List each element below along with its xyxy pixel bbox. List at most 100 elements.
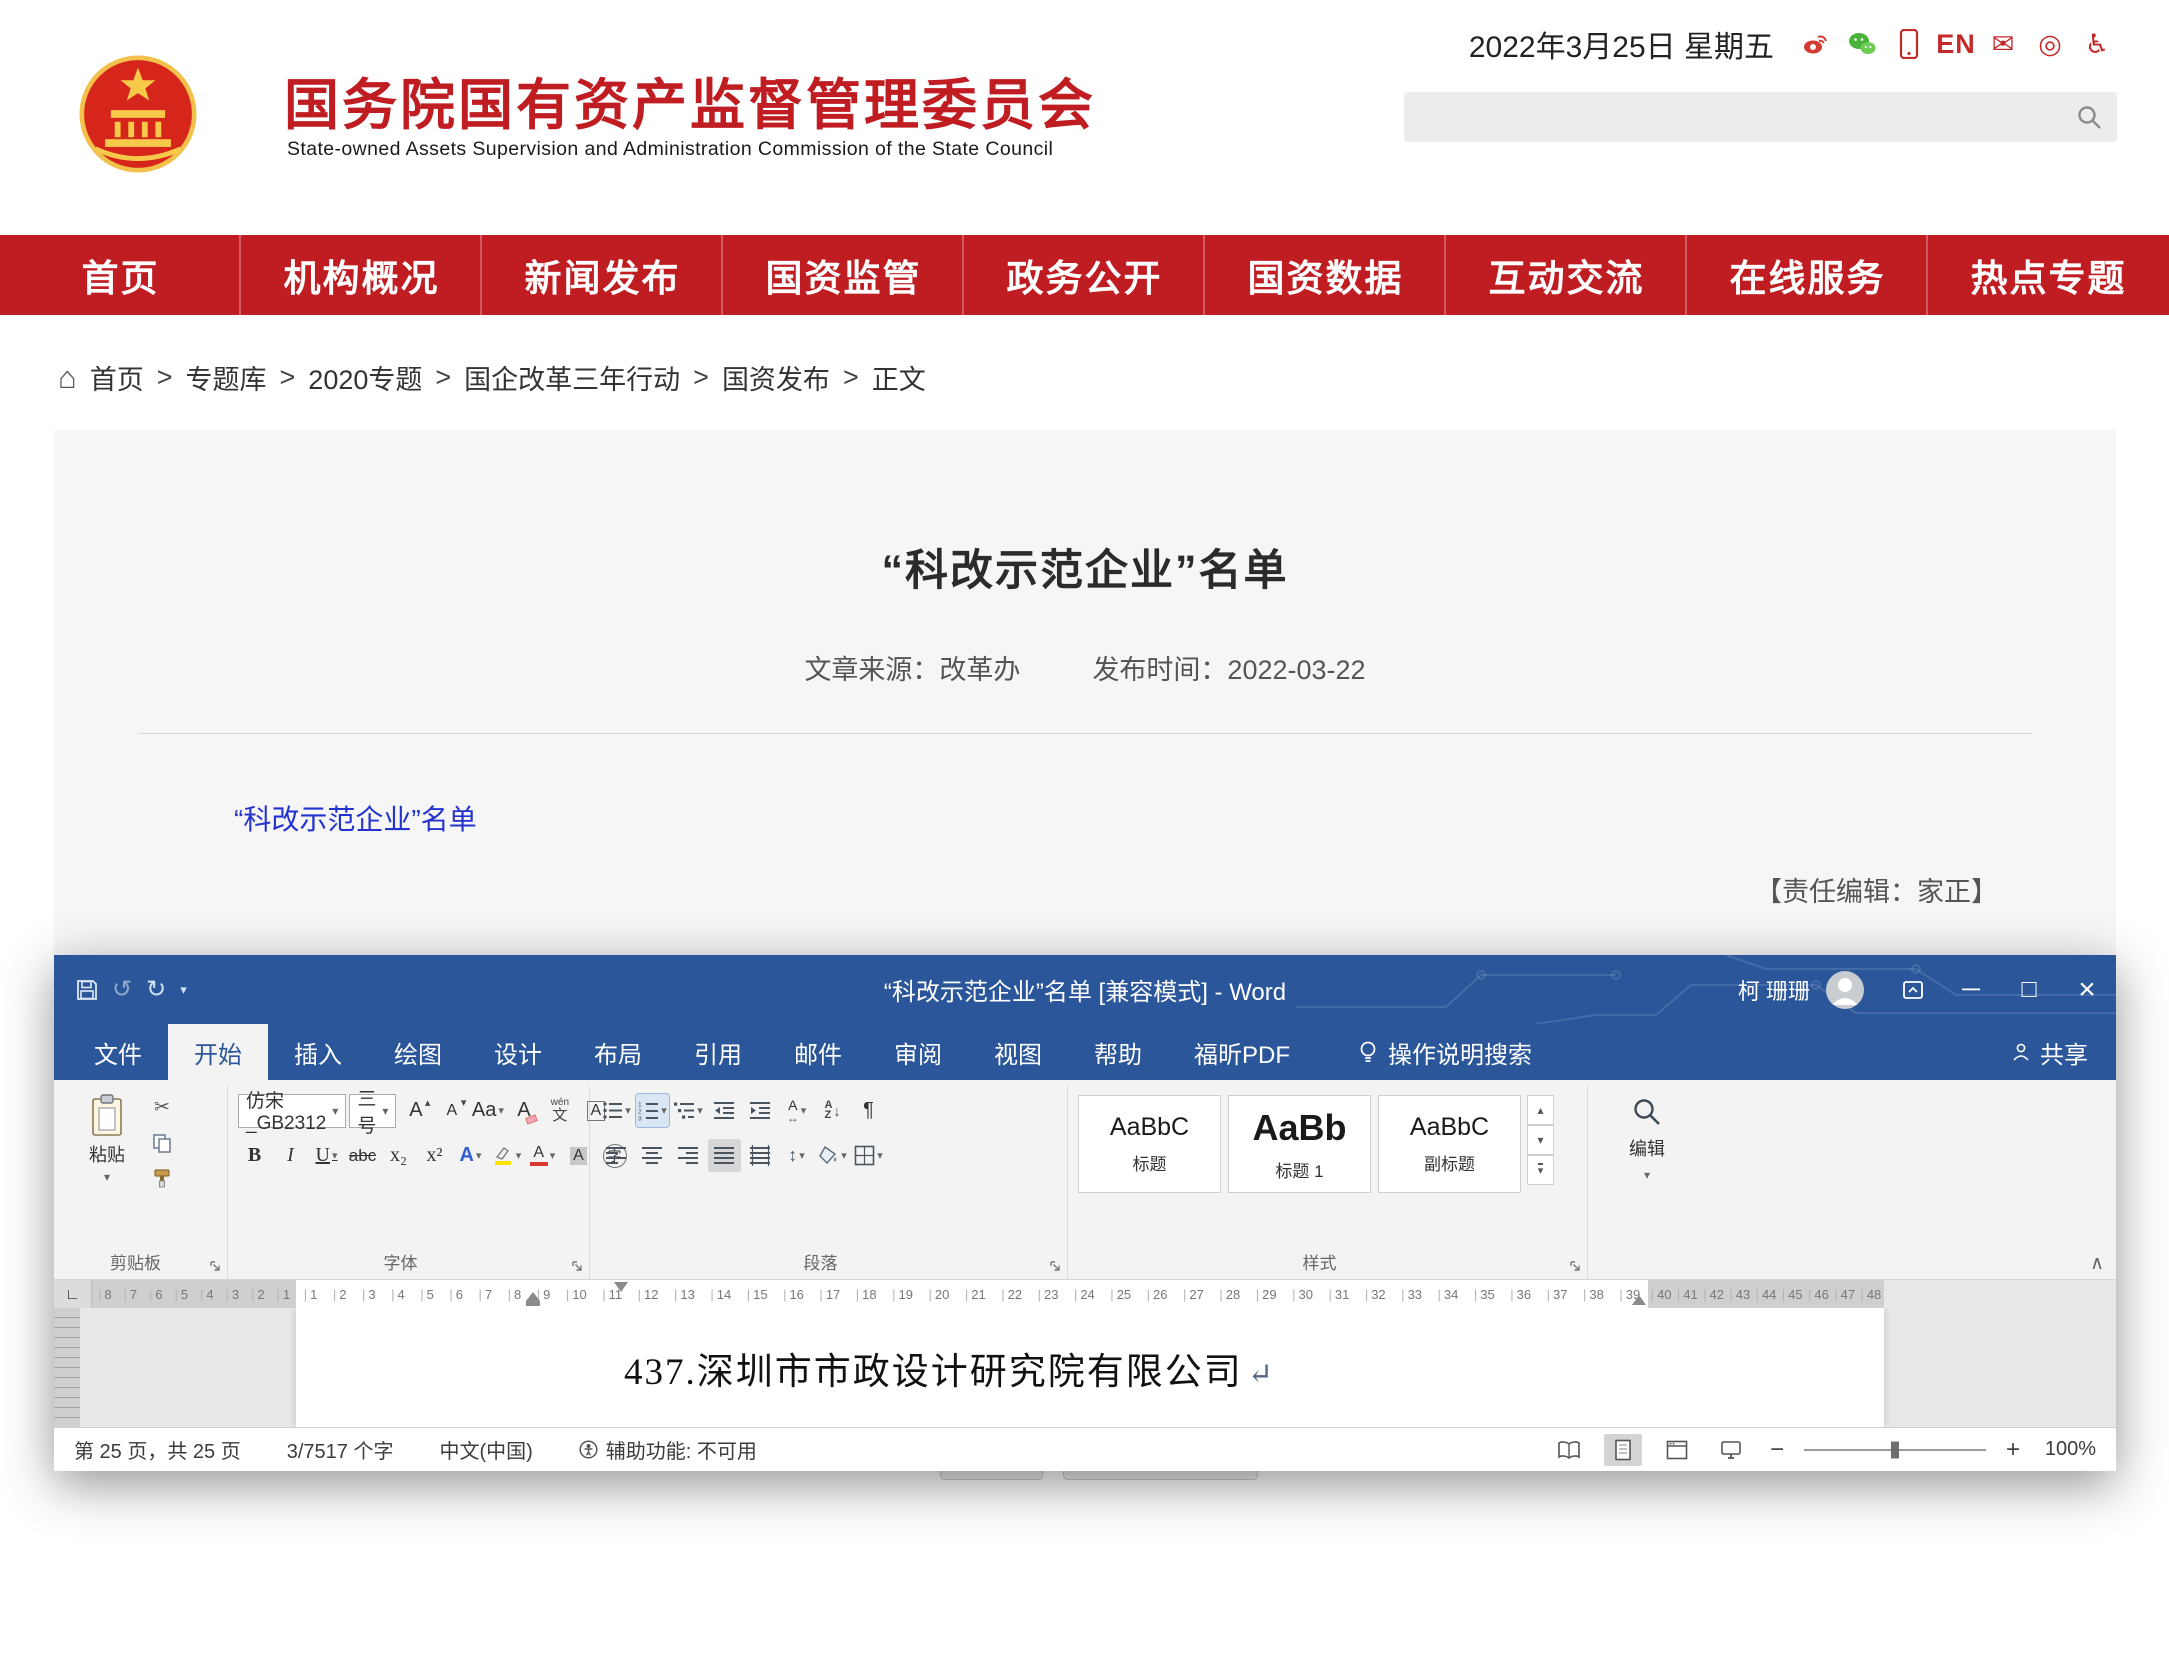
customize-qat-icon[interactable]: ▾ bbox=[180, 983, 187, 996]
document-page[interactable]: 437.深圳市市政设计研究院有限公司 ↵ bbox=[296, 1308, 1884, 1427]
show-hide-marks-button[interactable]: ¶ bbox=[852, 1094, 885, 1127]
bold-button[interactable]: B bbox=[238, 1139, 271, 1172]
mail-icon[interactable]: ✉ bbox=[1987, 28, 2019, 60]
multilevel-list-button[interactable]: ▾ bbox=[672, 1094, 705, 1127]
zoom-level[interactable]: 100% bbox=[2040, 1438, 2096, 1461]
change-case-button[interactable]: Aa▾ bbox=[471, 1094, 504, 1127]
copy-icon[interactable] bbox=[144, 1127, 180, 1158]
ribbon-tab[interactable]: 绘图 bbox=[368, 1024, 468, 1080]
breadcrumb-item[interactable]: 国资发布 bbox=[722, 358, 830, 397]
save-icon[interactable] bbox=[76, 979, 98, 1001]
paragraph-dialog-launcher-icon[interactable] bbox=[1049, 1260, 1062, 1273]
editing-button[interactable]: 编辑 ▾ bbox=[1598, 1088, 1696, 1182]
print-layout-icon[interactable] bbox=[1604, 1434, 1642, 1466]
breadcrumb-item[interactable]: 专题库 bbox=[186, 358, 267, 397]
account-name[interactable]: 柯 珊珊 bbox=[1738, 974, 1810, 1006]
language-en-link[interactable]: EN bbox=[1940, 28, 1972, 60]
align-right-button[interactable] bbox=[672, 1139, 705, 1172]
search-icon[interactable] bbox=[2075, 103, 2103, 131]
minimize-button[interactable]: ─ bbox=[1942, 955, 2000, 1024]
decrease-indent-button[interactable] bbox=[708, 1094, 741, 1127]
tell-me-search[interactable]: 操作说明搜索 bbox=[1358, 1024, 1532, 1080]
italic-button[interactable]: I bbox=[274, 1139, 307, 1172]
asian-layout-button[interactable]: A↔ ▾ bbox=[780, 1094, 813, 1127]
style-card-heading1[interactable]: AaBb 标题 1 bbox=[1228, 1095, 1371, 1193]
ribbon-display-options-icon[interactable] bbox=[1884, 955, 1942, 1024]
nav-item[interactable]: 机构概况 bbox=[241, 235, 482, 315]
align-left-button[interactable] bbox=[600, 1139, 633, 1172]
line-spacing-button[interactable]: ↕▾ bbox=[780, 1139, 813, 1172]
web-layout-icon[interactable] bbox=[1658, 1434, 1696, 1466]
word-count[interactable]: 3/7517 个字 bbox=[287, 1435, 394, 1464]
font-color-button[interactable]: A ▾ bbox=[526, 1139, 559, 1172]
first-line-indent-marker[interactable] bbox=[614, 1282, 628, 1299]
breadcrumb-item[interactable]: 正文 bbox=[872, 358, 926, 397]
zoom-slider[interactable] bbox=[1804, 1449, 1986, 1451]
cut-icon[interactable]: ✂ bbox=[144, 1092, 180, 1123]
nav-item[interactable]: 国资监管 bbox=[723, 235, 964, 315]
right-indent-marker[interactable] bbox=[1632, 1288, 1646, 1305]
hanging-indent-marker[interactable] bbox=[526, 1285, 540, 1301]
nav-item[interactable]: 互动交流 bbox=[1446, 235, 1687, 315]
nav-item[interactable]: 首页 bbox=[0, 235, 241, 315]
redo-icon[interactable]: ↻ bbox=[146, 978, 166, 1002]
style-card-title[interactable]: AaBbC 标题 bbox=[1078, 1095, 1221, 1193]
accessibility-status[interactable]: 辅助功能: 不可用 bbox=[579, 1435, 757, 1464]
ribbon-tab[interactable]: 文件 bbox=[68, 1024, 168, 1080]
nav-item[interactable]: 热点专题 bbox=[1928, 235, 2169, 315]
ribbon-tab[interactable]: 福昕PDF bbox=[1168, 1024, 1316, 1080]
styles-scroll-down-icon[interactable]: ▾ bbox=[1527, 1125, 1554, 1155]
font-name-select[interactable]: 仿宋_GB2312▾ bbox=[238, 1094, 346, 1128]
ribbon-tab[interactable]: 帮助 bbox=[1068, 1024, 1168, 1080]
ribbon-tab[interactable]: 插入 bbox=[268, 1024, 368, 1080]
nav-item[interactable]: 政务公开 bbox=[964, 235, 1205, 315]
close-button[interactable]: × bbox=[2058, 955, 2116, 1024]
phonetic-guide-button[interactable]: wén文 bbox=[543, 1094, 576, 1127]
left-indent-marker[interactable] bbox=[526, 1301, 540, 1306]
shading-button[interactable]: ▾ bbox=[816, 1139, 849, 1172]
nav-item[interactable]: 在线服务 bbox=[1687, 235, 1928, 315]
strikethrough-button[interactable]: abc bbox=[346, 1139, 379, 1172]
justify-button[interactable] bbox=[708, 1139, 741, 1172]
share-button[interactable]: 共享 bbox=[2011, 1024, 2088, 1080]
styles-scroll-up-icon[interactable]: ▴ bbox=[1527, 1095, 1554, 1125]
ribbon-tab[interactable]: 邮件 bbox=[768, 1024, 868, 1080]
home-icon[interactable]: ⌂ bbox=[58, 362, 77, 393]
subscript-button[interactable]: x₂ bbox=[382, 1139, 415, 1172]
numbered-list-button[interactable]: 123 ▾ bbox=[636, 1094, 669, 1127]
breadcrumb-item[interactable]: 国企改革三年行动 bbox=[464, 358, 680, 397]
zoom-in-button[interactable]: + bbox=[2002, 1436, 2024, 1464]
font-size-select[interactable]: 三号▾ bbox=[349, 1094, 396, 1128]
mobile-icon[interactable] bbox=[1893, 28, 1925, 60]
shrink-font-button[interactable]: A▾ bbox=[435, 1094, 468, 1127]
clear-formatting-button[interactable]: A bbox=[507, 1094, 540, 1127]
ribbon-tab[interactable]: 视图 bbox=[968, 1024, 1068, 1080]
styles-dialog-launcher-icon[interactable] bbox=[1569, 1260, 1582, 1273]
nav-item[interactable]: 新闻发布 bbox=[482, 235, 723, 315]
accessibility-icon[interactable]: ♿ bbox=[2081, 28, 2113, 60]
zoom-out-button[interactable]: − bbox=[1766, 1436, 1788, 1464]
clipboard-dialog-launcher-icon[interactable] bbox=[209, 1260, 222, 1273]
format-painter-icon[interactable] bbox=[144, 1162, 180, 1193]
sort-button[interactable]: AZ↓ bbox=[816, 1094, 849, 1127]
ribbon-tab[interactable]: 引用 bbox=[668, 1024, 768, 1080]
superscript-button[interactable]: x² bbox=[418, 1139, 451, 1172]
ribbon-tab[interactable]: 开始 bbox=[168, 1024, 268, 1080]
avatar[interactable] bbox=[1826, 971, 1864, 1009]
grow-font-button[interactable]: A▴ bbox=[399, 1094, 432, 1127]
language-indicator[interactable]: 中文(中国) bbox=[439, 1435, 532, 1464]
underline-button[interactable]: U▾ bbox=[310, 1139, 343, 1172]
attachment-link[interactable]: “科改示范企业”名单 bbox=[234, 798, 477, 838]
contact-icon[interactable]: ◎ bbox=[2034, 28, 2066, 60]
breadcrumb-item[interactable]: 2020专题 bbox=[308, 358, 422, 397]
increase-indent-button[interactable] bbox=[744, 1094, 777, 1127]
borders-button[interactable]: ▾ bbox=[852, 1139, 885, 1172]
align-center-button[interactable] bbox=[636, 1139, 669, 1172]
distribute-button[interactable] bbox=[744, 1139, 777, 1172]
text-highlight-button[interactable]: ▾ bbox=[490, 1139, 523, 1172]
paste-button[interactable]: 粘贴 ▾ bbox=[70, 1088, 144, 1193]
collapse-ribbon-icon[interactable]: ∧ bbox=[2090, 1254, 2104, 1273]
font-dialog-launcher-icon[interactable] bbox=[571, 1260, 584, 1273]
page-indicator[interactable]: 第 25 页，共 25 页 bbox=[74, 1435, 241, 1464]
tab-selector[interactable]: ∟ bbox=[54, 1280, 92, 1308]
